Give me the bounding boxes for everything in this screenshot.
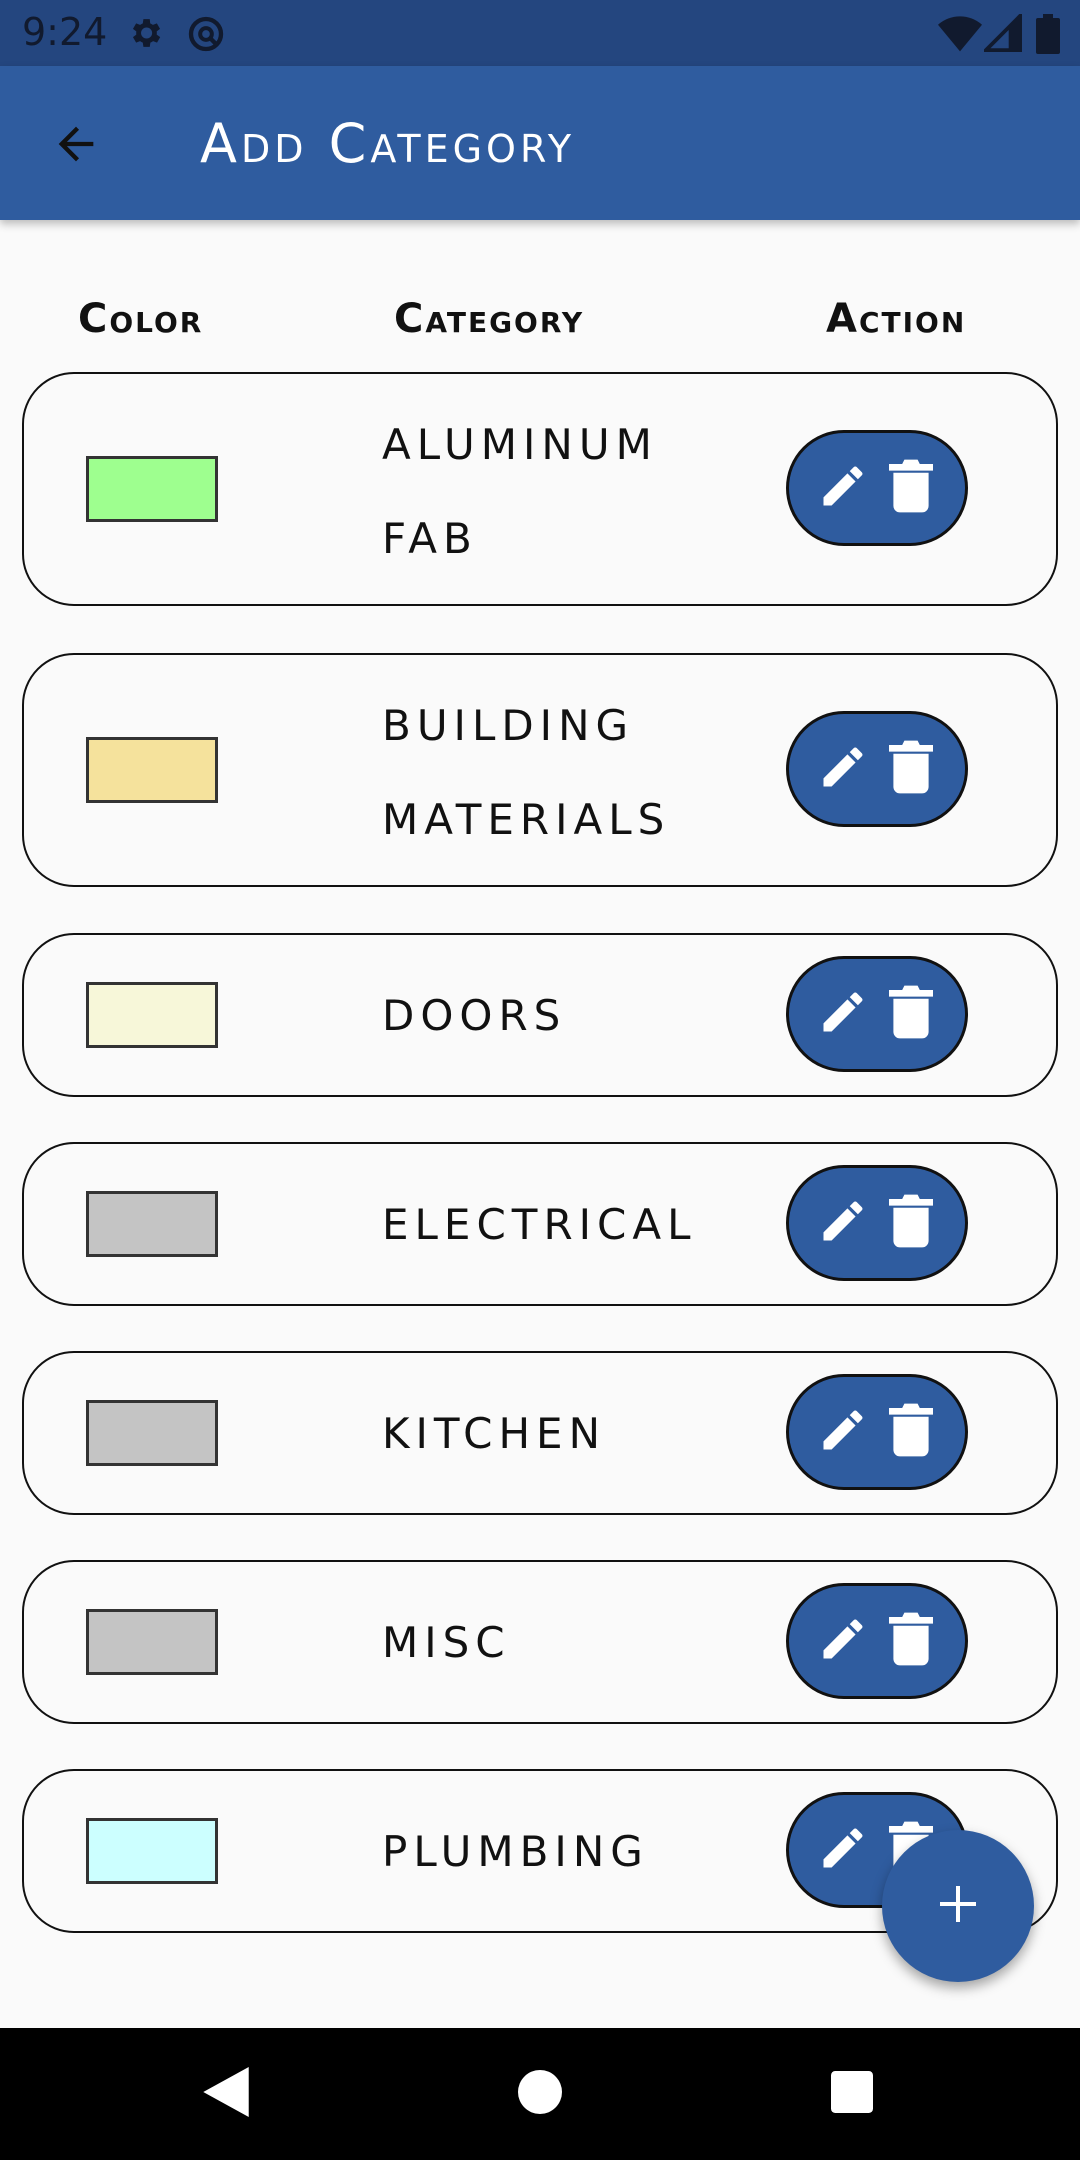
plus-icon bbox=[934, 1880, 982, 1932]
trash-icon bbox=[889, 459, 933, 517]
category-row: DOORS bbox=[22, 933, 1058, 1097]
color-swatch bbox=[86, 737, 218, 803]
action-pill bbox=[786, 1583, 968, 1699]
edit-button[interactable] bbox=[816, 458, 870, 518]
column-header-color: Color bbox=[78, 296, 204, 342]
action-pill bbox=[786, 956, 968, 1072]
pencil-icon bbox=[817, 1613, 869, 1669]
edit-button[interactable] bbox=[816, 1193, 870, 1253]
edit-button[interactable] bbox=[816, 1611, 870, 1671]
column-header-action: Action bbox=[826, 296, 967, 342]
trash-icon bbox=[889, 1612, 933, 1670]
pencil-icon bbox=[817, 1195, 869, 1251]
category-name: PLUMBING bbox=[382, 1805, 762, 1899]
category-name-line1: PLUMBING bbox=[382, 1827, 649, 1876]
edit-button[interactable] bbox=[816, 1820, 870, 1880]
signal-icon bbox=[981, 11, 1022, 56]
category-name-line1: DOORS bbox=[382, 991, 567, 1040]
delete-button[interactable] bbox=[884, 1611, 938, 1671]
edit-button[interactable] bbox=[816, 1402, 870, 1462]
arrow-left-icon bbox=[50, 118, 102, 174]
pencil-icon bbox=[817, 1404, 869, 1460]
sync-icon bbox=[186, 14, 226, 58]
trash-icon bbox=[889, 740, 933, 798]
category-name: ALUMINUM FAB bbox=[382, 398, 762, 586]
color-swatch bbox=[86, 1400, 218, 1466]
delete-button[interactable] bbox=[884, 1402, 938, 1462]
category-name: KITCHEN bbox=[382, 1387, 762, 1481]
battery-icon bbox=[1036, 14, 1060, 58]
delete-button[interactable] bbox=[884, 739, 938, 799]
category-row: ELECTRICAL bbox=[22, 1142, 1058, 1306]
system-nav-bar bbox=[0, 2028, 1080, 2160]
delete-button[interactable] bbox=[884, 458, 938, 518]
column-header-category: Category bbox=[394, 296, 585, 342]
action-pill bbox=[786, 1165, 968, 1281]
category-name-line1: ELECTRICAL bbox=[382, 1200, 697, 1249]
color-swatch bbox=[86, 1191, 218, 1257]
status-time: 9:24 bbox=[22, 10, 108, 54]
delete-button[interactable] bbox=[884, 984, 938, 1044]
color-swatch bbox=[86, 1818, 218, 1884]
wifi-icon bbox=[938, 14, 982, 56]
page-title: Add Category bbox=[200, 112, 576, 175]
app-bar: Add Category bbox=[0, 66, 1080, 220]
category-name-line1: ALUMINUM bbox=[382, 420, 658, 469]
category-name: MISC bbox=[382, 1596, 762, 1690]
pencil-icon bbox=[817, 741, 869, 797]
category-name-line2: MATERIALS bbox=[382, 795, 671, 844]
edit-button[interactable] bbox=[816, 984, 870, 1044]
trash-icon bbox=[889, 985, 933, 1043]
category-row: KITCHEN bbox=[22, 1351, 1058, 1515]
category-row: BUILDING MATERIALS bbox=[22, 653, 1058, 887]
nav-home-button[interactable] bbox=[510, 2064, 570, 2124]
category-row: MISC bbox=[22, 1560, 1058, 1724]
category-row: ALUMINUM FAB bbox=[22, 372, 1058, 606]
back-button[interactable] bbox=[40, 110, 112, 182]
action-pill bbox=[786, 1374, 968, 1490]
pencil-icon bbox=[817, 1822, 869, 1878]
add-category-fab[interactable] bbox=[882, 1830, 1034, 1982]
delete-button[interactable] bbox=[884, 1193, 938, 1253]
circle-home-icon bbox=[518, 2070, 562, 2118]
trash-icon bbox=[889, 1403, 933, 1461]
nav-back-button[interactable] bbox=[196, 2064, 256, 2124]
category-name: ELECTRICAL bbox=[382, 1178, 762, 1272]
gear-icon bbox=[126, 14, 164, 56]
nav-recents-button[interactable] bbox=[822, 2064, 882, 2124]
category-name-line1: BUILDING bbox=[382, 701, 635, 750]
category-name: DOORS bbox=[382, 969, 762, 1063]
color-swatch bbox=[86, 456, 218, 522]
square-recents-icon bbox=[831, 2071, 873, 2117]
action-pill bbox=[786, 430, 968, 546]
pencil-icon bbox=[817, 460, 869, 516]
edit-button[interactable] bbox=[816, 739, 870, 799]
action-pill bbox=[786, 711, 968, 827]
color-swatch bbox=[86, 1609, 218, 1675]
category-name-line1: MISC bbox=[382, 1618, 511, 1667]
triangle-back-icon bbox=[203, 2067, 249, 2121]
category-name: BUILDING MATERIALS bbox=[382, 679, 762, 867]
category-name-line1: KITCHEN bbox=[382, 1409, 606, 1458]
pencil-icon bbox=[817, 986, 869, 1042]
category-name-line2: FAB bbox=[382, 514, 478, 563]
color-swatch bbox=[86, 982, 218, 1048]
trash-icon bbox=[889, 1194, 933, 1252]
status-bar: 9:24 bbox=[0, 0, 1080, 66]
